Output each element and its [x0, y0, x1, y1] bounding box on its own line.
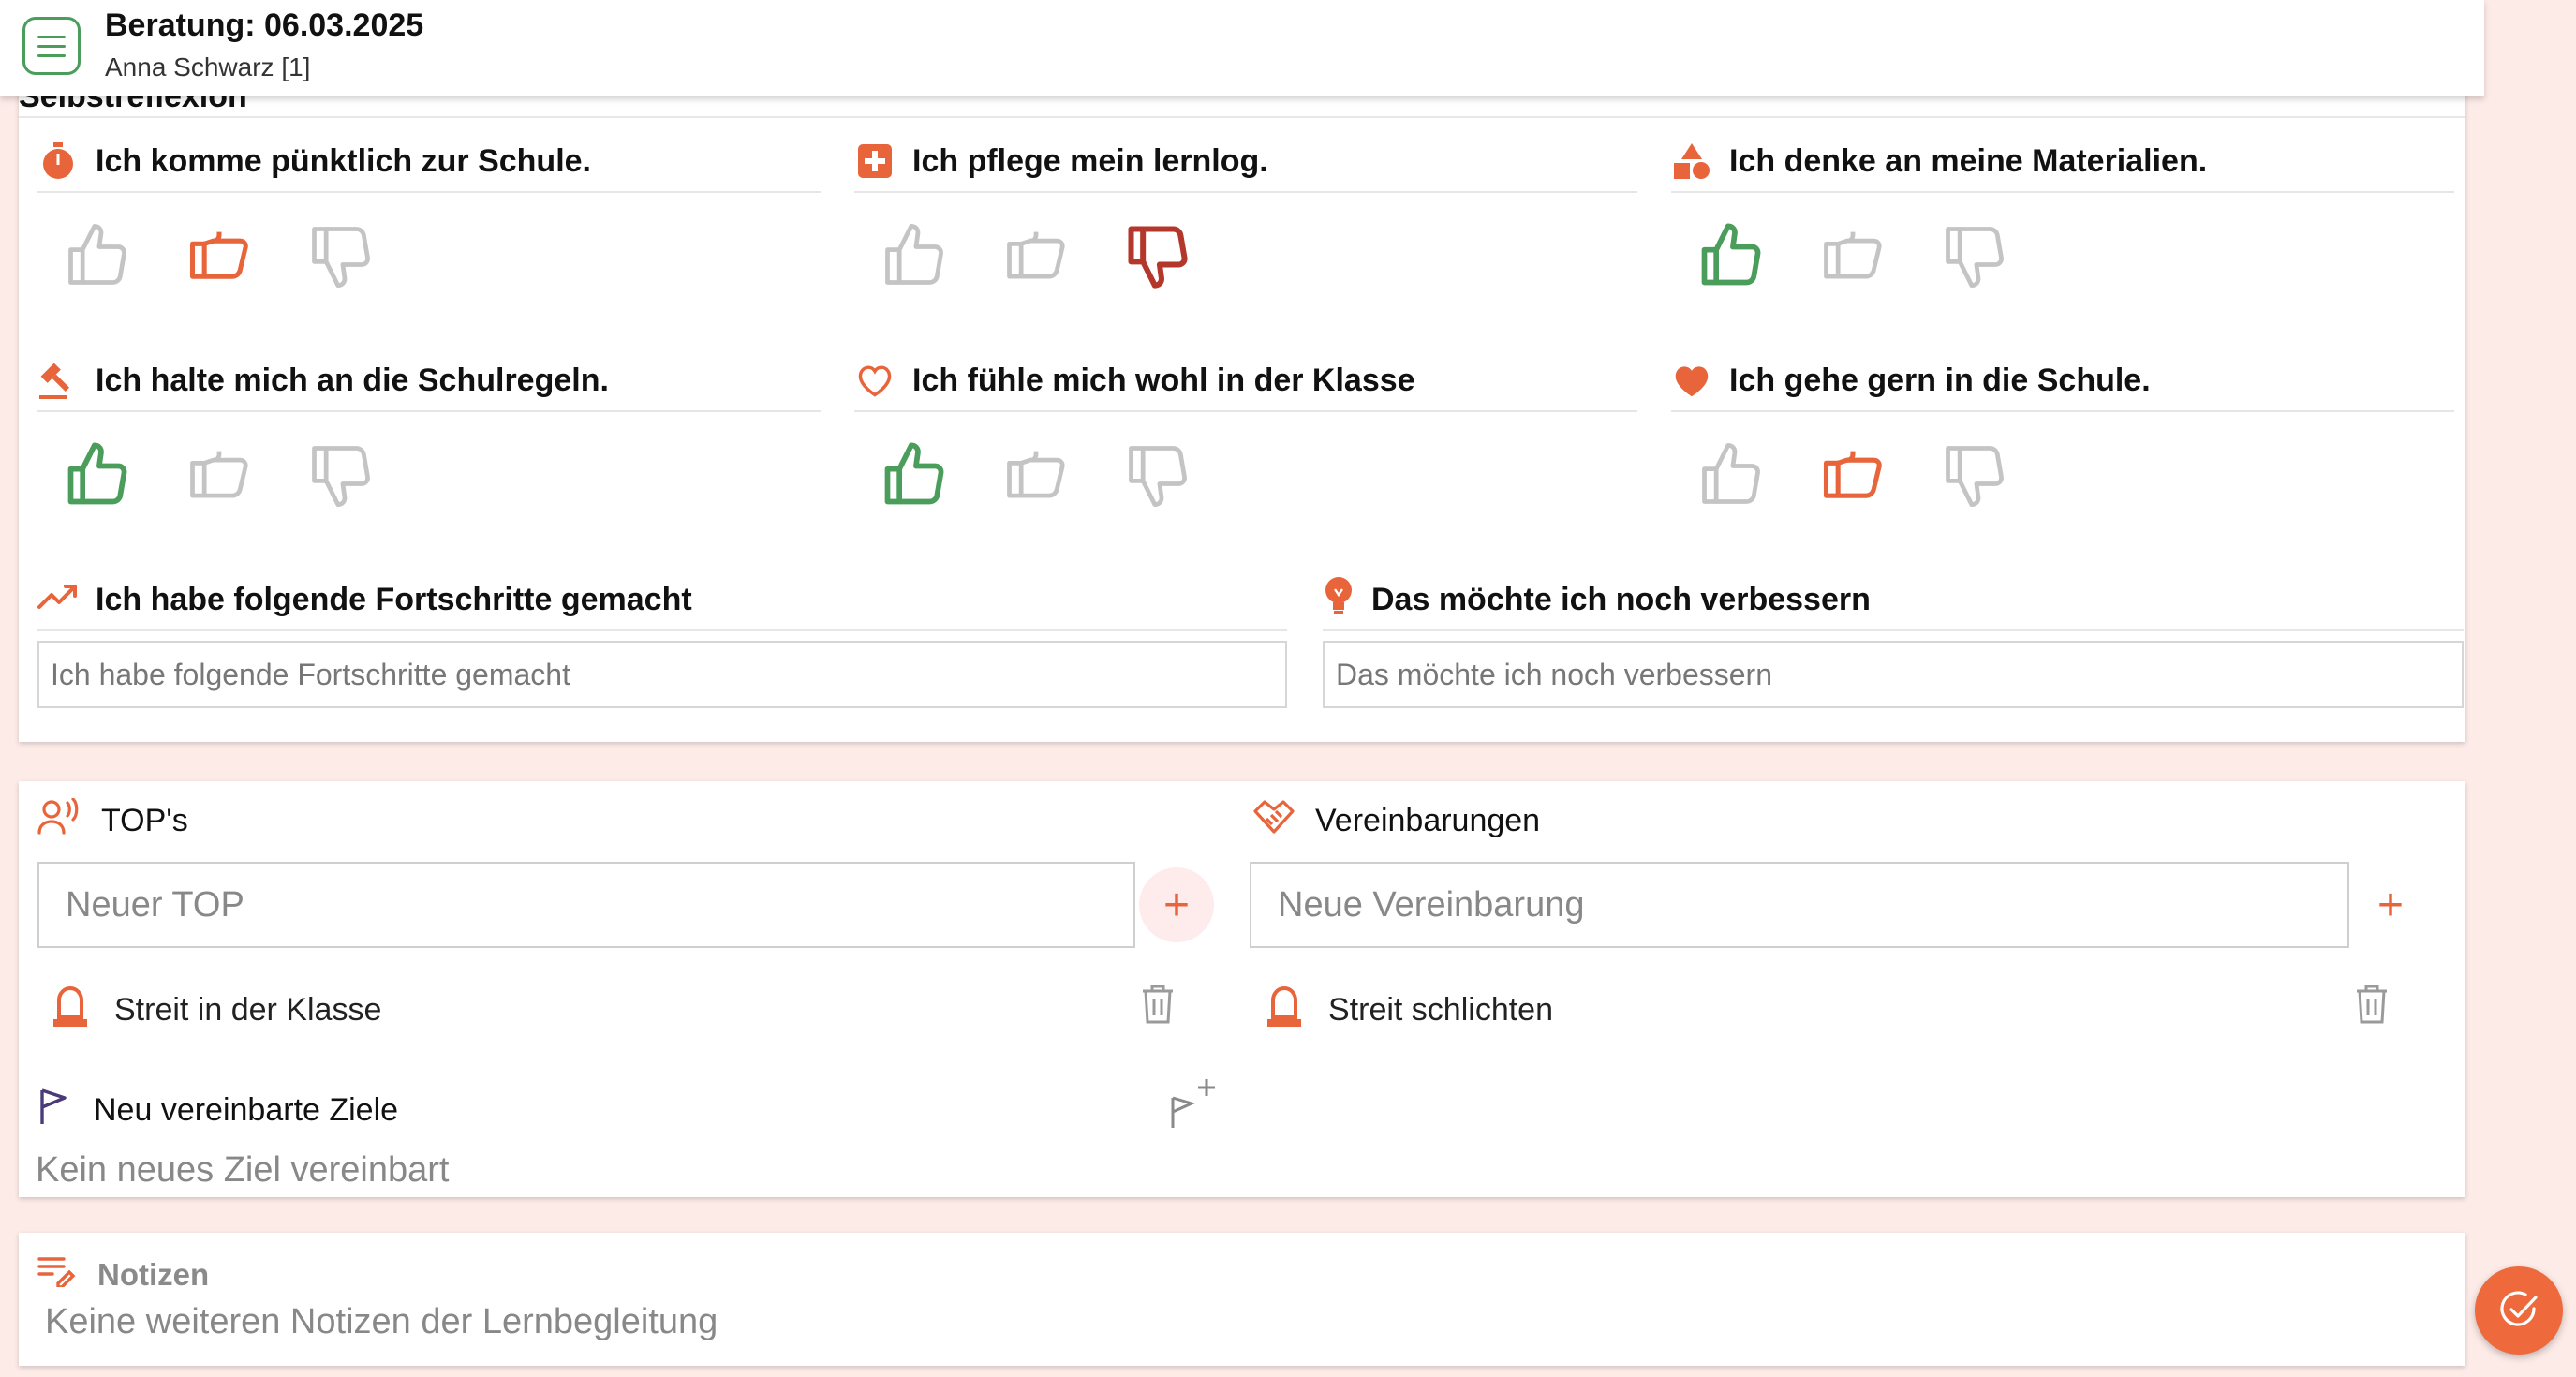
list-item: Streit in der Klasse — [51, 984, 381, 1037]
progress-input[interactable]: Ich habe folgende Fortschritte gemacht — [37, 641, 1287, 708]
heart-outline-icon — [854, 360, 896, 401]
gavel-icon — [37, 360, 79, 401]
edit-notes-icon — [37, 1255, 77, 1295]
thumb-neutral-button[interactable] — [999, 215, 1073, 296]
improve-input[interactable]: Das möchte ich noch verbessern — [1323, 641, 2464, 708]
goals-header: Neu vereinbarte Ziele — [37, 1087, 398, 1134]
thumb-neutral-button[interactable] — [182, 435, 257, 515]
rating-item-like-school: Ich gehe gern in die Schule. — [1671, 350, 2454, 515]
thumb-neutral-button[interactable] — [999, 435, 1073, 515]
tops-agreements-card — [19, 781, 2465, 1197]
page-title: Beratung: 06.03.2025 — [105, 7, 424, 43]
stopwatch-icon — [37, 141, 79, 182]
divider — [19, 116, 2465, 118]
thumb-up-button[interactable] — [1694, 215, 1769, 296]
rating-label: Ich denke an meine Materialien. — [1729, 142, 2208, 179]
new-agreement-input[interactable]: Neue Vereinbarung — [1250, 862, 2349, 948]
progress-block: Ich habe folgende Fortschritte gemacht I… — [37, 570, 1287, 708]
flag-icon — [37, 1087, 69, 1134]
heart-icon — [1671, 360, 1712, 401]
rating-item-materials: Ich denke an meine Materialien. — [1671, 131, 2454, 296]
new-top-input[interactable]: Neuer TOP — [37, 862, 1135, 948]
progress-label: Ich habe folgende Fortschritte gemacht — [96, 581, 692, 617]
thumb-down-button[interactable] — [1937, 435, 2012, 515]
notes-card — [19, 1233, 2465, 1366]
thumb-down-button[interactable] — [303, 435, 378, 515]
improve-label: Das möchte ich noch verbessern — [1371, 581, 1871, 617]
notes-empty-text: Keine weiteren Notizen der Lernbegleitun… — [45, 1302, 718, 1341]
thumb-up-button[interactable] — [60, 215, 135, 296]
thumb-down-button[interactable] — [303, 215, 378, 296]
improve-block: Das möchte ich noch verbessern Das möcht… — [1323, 570, 2464, 708]
add-top-button[interactable]: + — [1139, 867, 1214, 942]
thumb-up-button[interactable] — [877, 215, 952, 296]
rating-label: Ich gehe gern in die Schule. — [1729, 362, 2151, 398]
trending-up-icon — [37, 582, 79, 618]
rating-label: Ich halte mich an die Schulregeln. — [96, 362, 609, 398]
rating-label: Ich komme pünktlich zur Schule. — [96, 142, 591, 179]
lightbulb-icon — [1323, 576, 1355, 624]
agreements-title: Vereinbarungen — [1315, 803, 1541, 838]
add-agreement-button[interactable]: + — [2353, 867, 2428, 942]
add-goal-flag-icon[interactable] — [1165, 1075, 1221, 1132]
handshake-icon — [1251, 798, 1296, 844]
save-check-button[interactable] — [2475, 1266, 2563, 1355]
rating-label: Ich fühle mich wohl in der Klasse — [912, 362, 1415, 398]
agreement-item-label: Streit schlichten — [1328, 992, 1553, 1028]
thumb-up-button[interactable] — [877, 435, 952, 515]
bell-icon — [1265, 984, 1304, 1037]
thumb-neutral-button[interactable] — [182, 215, 257, 296]
rating-item-class-wellbeing: Ich fühle mich wohl in der Klasse — [854, 350, 1637, 515]
menu-icon[interactable] — [22, 17, 81, 75]
medical-plus-icon — [854, 141, 896, 182]
top-item-label: Streit in der Klasse — [114, 992, 382, 1028]
notes-title: Notizen — [97, 1257, 210, 1292]
thumb-down-button[interactable] — [1937, 215, 2012, 296]
speaker-person-icon — [37, 797, 82, 844]
rating-item-lernlog: Ich pflege mein lernlog. — [854, 131, 1637, 296]
tops-header: TOP's — [37, 797, 188, 844]
thumb-neutral-button[interactable] — [1815, 435, 1890, 515]
list-item: Streit schlichten — [1265, 984, 1553, 1037]
thumb-down-button[interactable] — [1120, 215, 1195, 296]
trash-icon[interactable] — [2353, 984, 2391, 1025]
notes-header: Notizen — [37, 1255, 209, 1295]
student-name: Anna Schwarz [1] — [105, 52, 311, 81]
app-header: Beratung: 06.03.2025 Anna Schwarz [1] — [0, 0, 2484, 96]
goals-empty-text: Kein neues Ziel vereinbart — [36, 1150, 450, 1190]
rating-item-punctual: Ich komme pünktlich zur Schule. — [37, 131, 821, 296]
thumb-down-button[interactable] — [1120, 435, 1195, 515]
bell-icon — [51, 984, 90, 1037]
goals-title: Neu vereinbarte Ziele — [94, 1092, 399, 1128]
rating-item-school-rules: Ich halte mich an die Schulregeln. — [37, 350, 821, 515]
thumb-neutral-button[interactable] — [1815, 215, 1890, 296]
rating-label: Ich pflege mein lernlog. — [912, 142, 1268, 179]
thumb-up-button[interactable] — [1694, 435, 1769, 515]
trash-icon[interactable] — [1139, 984, 1177, 1025]
tops-title: TOP's — [101, 803, 188, 838]
thumb-up-button[interactable] — [60, 435, 135, 515]
shapes-icon — [1671, 141, 1712, 182]
agreements-header: Vereinbarungen — [1251, 798, 1540, 844]
